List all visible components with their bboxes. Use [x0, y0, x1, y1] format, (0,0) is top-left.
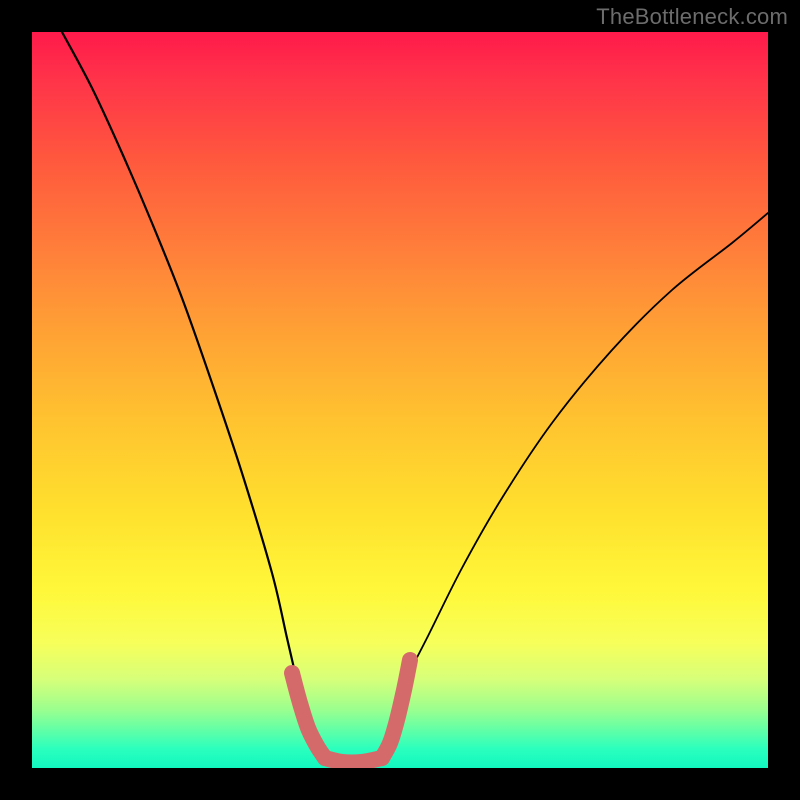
chart-frame: TheBottleneck.com	[0, 0, 800, 800]
curve-layer	[32, 32, 768, 768]
series-right-dip-salmon	[382, 660, 410, 758]
series-left-dip-salmon	[292, 673, 325, 758]
plot-area	[32, 32, 768, 768]
series-bottom-salmon	[325, 758, 382, 763]
series-left-curve-black	[62, 32, 299, 690]
series-right-curve-black	[400, 213, 768, 690]
watermark-text: TheBottleneck.com	[596, 4, 788, 30]
